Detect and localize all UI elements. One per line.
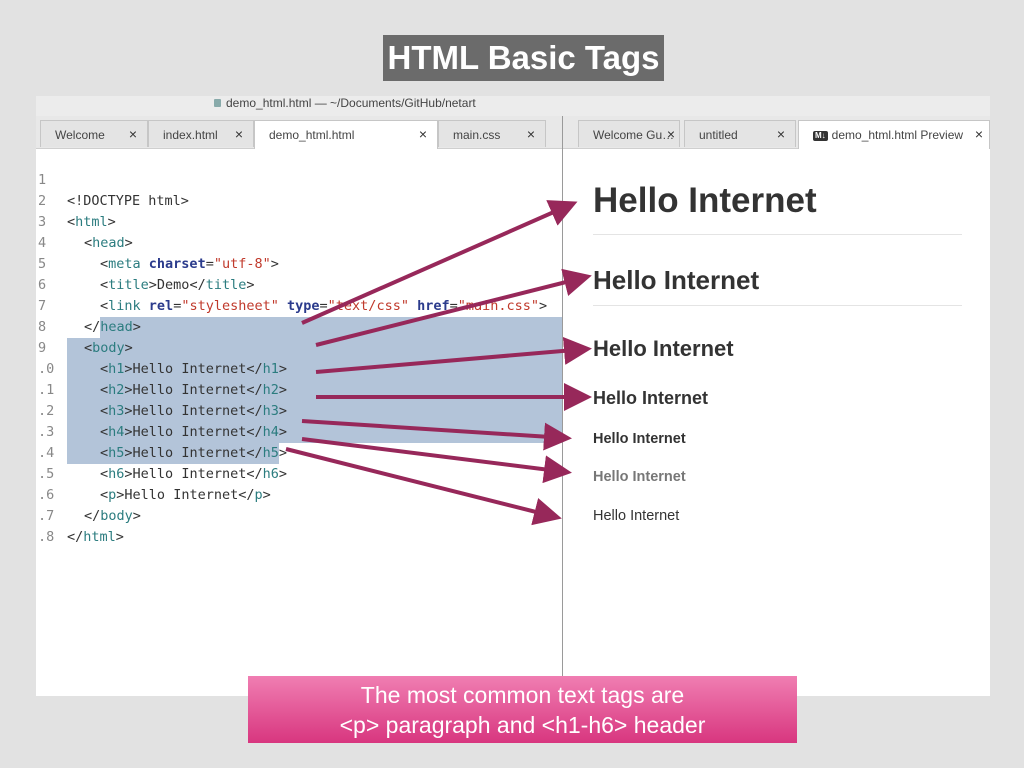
code-line: 9 <h1>Hello Internet</h1> [36, 317, 562, 377]
code-line: .3 <h5>Hello Internet</h5> [36, 401, 562, 461]
tab-demo-html[interactable]: demo_html.html × [254, 120, 438, 149]
caption-line-1: The most common text tags are [360, 682, 685, 708]
code-line: 5 <title>Demo</title> [36, 233, 562, 293]
heading-rule [593, 305, 962, 306]
preview-h2: Hello Internet [593, 265, 760, 295]
code-line: .6 </body> [36, 464, 562, 524]
code-line: 2 <html> [36, 170, 562, 230]
code-line: .0 <h2>Hello Internet</h2> [36, 338, 562, 398]
tab-untitled[interactable]: untitled × [684, 120, 796, 147]
code-line: 8 <body> [36, 296, 562, 356]
code-line: 4 <meta charset="utf-8"> [36, 212, 562, 272]
preview-h4: Hello Internet [593, 388, 709, 408]
code-editor[interactable]: 1 <!DOCTYPE html> 2 <html> 3 <head> 4 <m… [36, 149, 562, 696]
code-line: .5 <p>Hello Internet</p> [36, 443, 562, 503]
code-line: 3 <head> [36, 191, 562, 251]
close-icon[interactable]: × [667, 126, 675, 142]
tab-label: demo_html.html [269, 128, 355, 142]
code-line: 6 <link rel="stylesheet" type="text/css"… [36, 254, 562, 314]
bracket: > [115, 529, 124, 545]
code-line: .4 <h6>Hello Internet</h6> [36, 422, 562, 482]
heading-rule [593, 234, 962, 235]
window-titlebar[interactable]: demo_html.html — ~/Documents/GitHub/neta… [36, 96, 990, 116]
close-icon[interactable]: × [129, 126, 137, 142]
tab-label: Welcome Gu… [593, 128, 675, 142]
tab-bar: Welcome × index.html × demo_html.html × … [36, 116, 990, 149]
window-title: demo_html.html — ~/Documents/GitHub/neta… [214, 96, 476, 110]
tab-label: Welcome [55, 128, 105, 142]
tab-label-text: demo_html.html Preview [831, 128, 964, 142]
preview-h1: Hello Internet [593, 181, 817, 220]
tab-main-css[interactable]: main.css × [438, 120, 546, 147]
window-title-text: demo_html.html — ~/Documents/GitHub/neta… [226, 96, 476, 110]
preview-h3: Hello Internet [593, 336, 734, 361]
close-icon[interactable]: × [527, 126, 535, 142]
code-line: 7 </head> [36, 275, 562, 335]
slide-caption: The most common text tags are <p> paragr… [248, 676, 797, 743]
code-line: .2 <h4>Hello Internet</h4> [36, 380, 562, 440]
code-line: .8 [36, 506, 562, 545]
tab-label: index.html [163, 128, 218, 142]
slide-title: HTML Basic Tags [383, 35, 664, 81]
markdown-icon: M↓ [813, 131, 828, 141]
preview-h5: Hello Internet [593, 431, 686, 447]
editor-window: demo_html.html — ~/Documents/GitHub/neta… [36, 96, 990, 696]
code-line: .1 <h3>Hello Internet</h3> [36, 359, 562, 419]
tab-label: M↓ demo_html.html Preview [813, 128, 963, 142]
code-line: .7 </html> [36, 485, 562, 545]
tab-demo-preview[interactable]: M↓ demo_html.html Preview × [798, 120, 990, 149]
code-line: 1 <!DOCTYPE html> [36, 149, 562, 209]
line-number: .8 [38, 529, 55, 545]
tag-name: html [83, 529, 116, 545]
tab-label: main.css [453, 128, 501, 142]
tab-welcome[interactable]: Welcome × [40, 120, 148, 147]
markdown-preview-pane: Hello Internet Hello Internet Hello Inte… [563, 149, 990, 696]
tab-welcome-guide[interactable]: Welcome Gu… × [578, 120, 680, 147]
close-icon[interactable]: × [235, 126, 243, 142]
caption-line-2: <p> paragraph and <h1-h6> header [339, 712, 706, 738]
preview-paragraph: Hello Internet [593, 508, 680, 524]
preview-h6: Hello Internet [593, 469, 686, 485]
tab-label: untitled [699, 128, 738, 142]
close-icon[interactable]: × [975, 126, 983, 142]
close-icon[interactable]: × [777, 126, 785, 142]
close-icon[interactable]: × [419, 126, 427, 142]
tab-index-html[interactable]: index.html × [148, 120, 254, 147]
document-icon [214, 99, 221, 107]
